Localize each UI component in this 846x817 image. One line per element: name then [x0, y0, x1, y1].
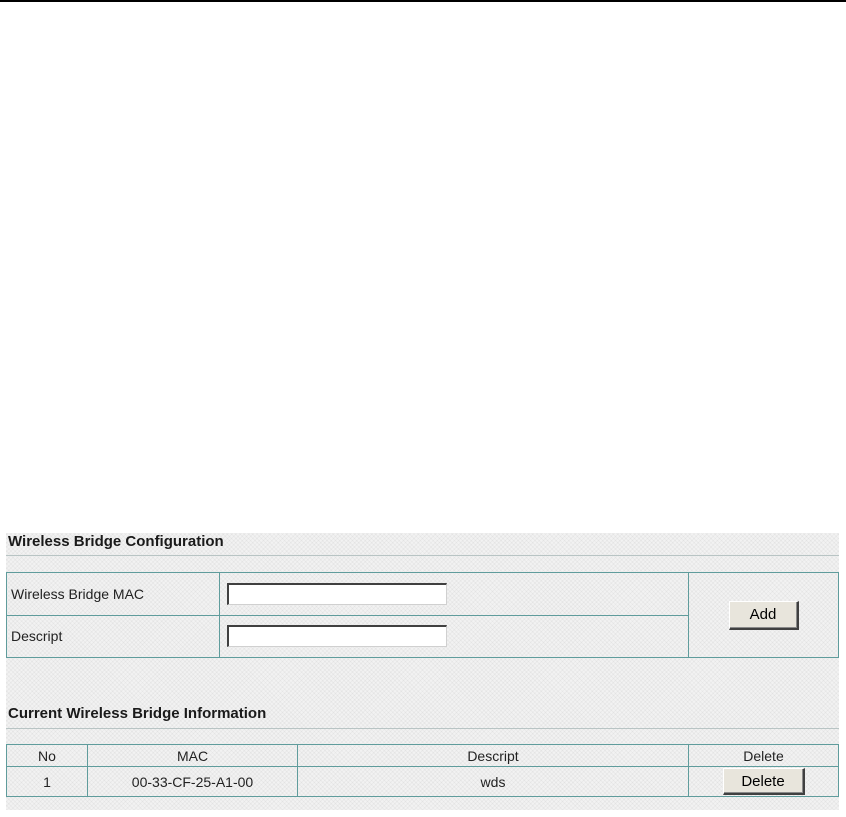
top-rule [0, 0, 846, 2]
row-no: 1 [6, 766, 88, 797]
mac-input[interactable] [227, 582, 447, 605]
table-row: 1 00-33-CF-25-A1-00 wds Delete [6, 766, 839, 797]
mac-input-cell [219, 572, 689, 616]
info-header-row: No MAC Descript Delete [6, 744, 839, 767]
descript-input[interactable] [227, 625, 447, 648]
delete-button[interactable]: Delete [722, 768, 805, 795]
row-mac: 00-33-CF-25-A1-00 [87, 766, 298, 797]
descript-label: Descript [6, 614, 220, 658]
col-header-mac: MAC [87, 744, 298, 767]
row-descript: wds [297, 766, 689, 797]
col-header-no: No [6, 744, 88, 767]
config-section-rule [6, 555, 839, 556]
add-button[interactable]: Add [728, 600, 799, 630]
col-header-descript: Descript [297, 744, 689, 767]
info-table: No MAC Descript Delete 1 00-33-CF-25-A1-… [6, 744, 839, 797]
info-section-title: Current Wireless Bridge Information [8, 705, 267, 722]
mac-label: Wireless Bridge MAC [6, 572, 220, 616]
wireless-bridge-panel: Wireless Bridge Configuration Wireless B… [6, 533, 839, 810]
descript-input-cell [219, 614, 689, 658]
info-section-rule [6, 728, 839, 729]
config-section-title: Wireless Bridge Configuration [8, 533, 224, 550]
mac-row: Wireless Bridge MAC Add [6, 572, 839, 658]
config-table: Wireless Bridge MAC Add Descript [6, 572, 839, 658]
col-header-delete: Delete [688, 744, 839, 767]
add-cell: Add [688, 572, 839, 658]
row-delete-cell: Delete [688, 766, 839, 797]
